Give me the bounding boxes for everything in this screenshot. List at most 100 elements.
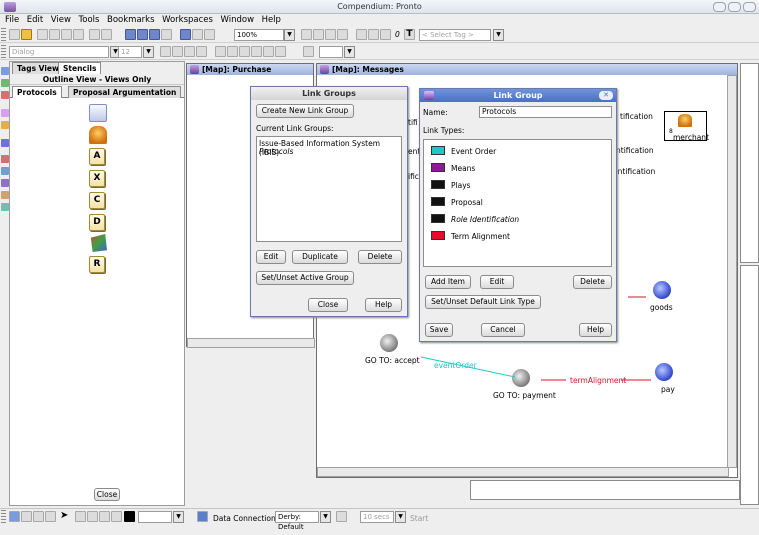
close-link-groups-button[interactable]: Close <box>308 298 348 312</box>
data-connection-field[interactable]: Derby: Default <box>275 511 319 531</box>
image-rollover-icon[interactable] <box>356 29 367 40</box>
oval-tool-icon[interactable] <box>111 511 122 522</box>
stroke-size-field[interactable] <box>138 511 172 523</box>
forward-icon[interactable] <box>149 29 160 40</box>
name-input[interactable]: Protocols <box>479 106 612 118</box>
help-button[interactable]: Help <box>579 323 612 337</box>
strip-remove-icon[interactable] <box>1 91 9 99</box>
font-name-field[interactable]: Dialog <box>9 46 109 58</box>
strip-link-icon[interactable] <box>1 139 9 147</box>
strip-map-icon[interactable] <box>1 109 9 117</box>
cancel-button[interactable]: Cancel <box>481 323 525 337</box>
font-size-dropdown[interactable]: ▼ <box>143 46 154 58</box>
edit-item-button[interactable]: Edit <box>480 275 514 289</box>
dialog-close-icon[interactable]: ✕ <box>599 91 613 100</box>
link-type-means[interactable]: Means <box>424 161 611 175</box>
bg-color-icon[interactable] <box>196 46 207 57</box>
refresh-icon[interactable] <box>336 511 347 522</box>
link-types-list[interactable]: Event Order Means Plays Proposal Role Id… <box>423 139 612 267</box>
create-link-group-button[interactable]: Create New Link Group <box>256 104 354 118</box>
start-label[interactable]: Start <box>410 514 428 523</box>
menu-file[interactable]: File <box>5 15 19 25</box>
strip-tag-icon[interactable] <box>1 121 9 129</box>
menu-edit[interactable]: Edit <box>27 15 43 25</box>
pointer-icon[interactable]: ➤ <box>60 511 71 522</box>
paste-icon[interactable] <box>61 29 72 40</box>
arrange-icon[interactable] <box>303 46 314 57</box>
align-center-icon[interactable] <box>227 46 238 57</box>
align-left-icon[interactable] <box>215 46 226 57</box>
menu-window[interactable]: Window <box>221 15 255 25</box>
square-tool-icon[interactable] <box>99 511 110 522</box>
stencil-x-icon[interactable]: X <box>89 170 105 187</box>
redo-icon[interactable] <box>101 29 112 40</box>
add-item-button[interactable]: Add Item <box>425 275 471 289</box>
zoom-dropdown[interactable]: ▼ <box>284 29 295 41</box>
menu-workspaces[interactable]: Workspaces <box>162 15 213 25</box>
status-grip[interactable] <box>1 510 6 524</box>
moneybag-stencil-icon[interactable] <box>89 126 107 144</box>
link-group-item-protocols[interactable]: Protocols <box>259 147 293 156</box>
cut-icon[interactable] <box>37 29 48 40</box>
secs-field[interactable]: 10 secs <box>360 511 394 523</box>
tag-select[interactable]: < Select Tag > <box>419 29 491 41</box>
delete-item-button[interactable]: Delete <box>573 275 612 289</box>
eraser-icon[interactable] <box>33 511 44 522</box>
strip-web-icon[interactable] <box>1 179 9 187</box>
zoom-focus-icon[interactable] <box>337 29 348 40</box>
search-icon[interactable] <box>180 29 191 40</box>
link-type-role-identification[interactable]: Role Identification <box>424 212 611 226</box>
duplicate-group-button[interactable]: Duplicate <box>292 250 348 264</box>
italic-icon[interactable] <box>172 46 183 57</box>
link-size-field[interactable] <box>319 46 343 58</box>
stencil-r-icon[interactable]: R <box>89 256 105 273</box>
envelope-stencil-icon[interactable] <box>89 104 107 122</box>
link-type-event-order[interactable]: Event Order <box>424 144 611 158</box>
font-size-field[interactable]: 12 <box>118 46 142 58</box>
strip-stop-icon[interactable] <box>1 155 9 163</box>
tab-protocols[interactable]: Protocols <box>12 86 62 98</box>
align-top-icon[interactable] <box>251 46 262 57</box>
align-middle-icon[interactable] <box>263 46 274 57</box>
toolbar-grip[interactable] <box>1 28 6 42</box>
stencil-a-icon[interactable]: A <box>89 148 105 165</box>
messages-vscrollbar[interactable] <box>727 75 737 468</box>
link-type-term-alignment[interactable]: Term Alignment <box>424 229 611 243</box>
zoom-out-icon[interactable] <box>325 29 336 40</box>
back-icon[interactable] <box>125 29 136 40</box>
link-type-proposal[interactable]: Proposal <box>424 195 611 209</box>
panel-close-button[interactable]: Close <box>94 488 120 501</box>
menu-help[interactable]: Help <box>262 15 281 25</box>
draw-icon[interactable] <box>9 511 20 522</box>
toolbar-format-grip[interactable] <box>1 45 6 59</box>
image-rollover-2-icon[interactable] <box>368 29 379 40</box>
close-window-button[interactable] <box>743 2 756 12</box>
line-tool-icon[interactable] <box>87 511 98 522</box>
link-type-plays[interactable]: Plays <box>424 178 611 192</box>
stroke-size-dropdown[interactable]: ▼ <box>173 511 184 523</box>
save-button[interactable]: Save <box>425 323 453 337</box>
next-icon[interactable] <box>161 29 172 40</box>
delete-group-button[interactable]: Delete <box>358 250 402 264</box>
link-groups-list[interactable]: Issue-Based Information System (IBIS) Pr… <box>256 136 402 242</box>
zoom-in-icon[interactable] <box>301 29 312 40</box>
undo-icon[interactable] <box>89 29 100 40</box>
align-bottom-icon[interactable] <box>275 46 286 57</box>
menu-view[interactable]: View <box>51 15 71 25</box>
menu-tools[interactable]: Tools <box>79 15 100 25</box>
strip-view-icon[interactable] <box>1 167 9 175</box>
copy-icon[interactable] <box>49 29 60 40</box>
open-folder-icon[interactable] <box>21 29 32 40</box>
edit-group-button[interactable]: Edit <box>256 250 286 264</box>
help-cursor-icon[interactable] <box>204 29 215 40</box>
set-default-link-type-button[interactable]: Set/Unset Default Link Type <box>425 295 541 309</box>
strip-settings-icon[interactable] <box>1 191 9 199</box>
rect-tool-icon[interactable] <box>75 511 86 522</box>
maximize-button[interactable] <box>728 2 741 12</box>
data-connection-dropdown[interactable]: ▼ <box>320 511 331 523</box>
image-rollover-3-icon[interactable] <box>380 29 391 40</box>
help-link-groups-button[interactable]: Help <box>365 298 402 312</box>
color-swatch-icon[interactable] <box>124 511 135 522</box>
purchase-hscrollbar[interactable] <box>187 338 315 348</box>
history-icon[interactable] <box>137 29 148 40</box>
